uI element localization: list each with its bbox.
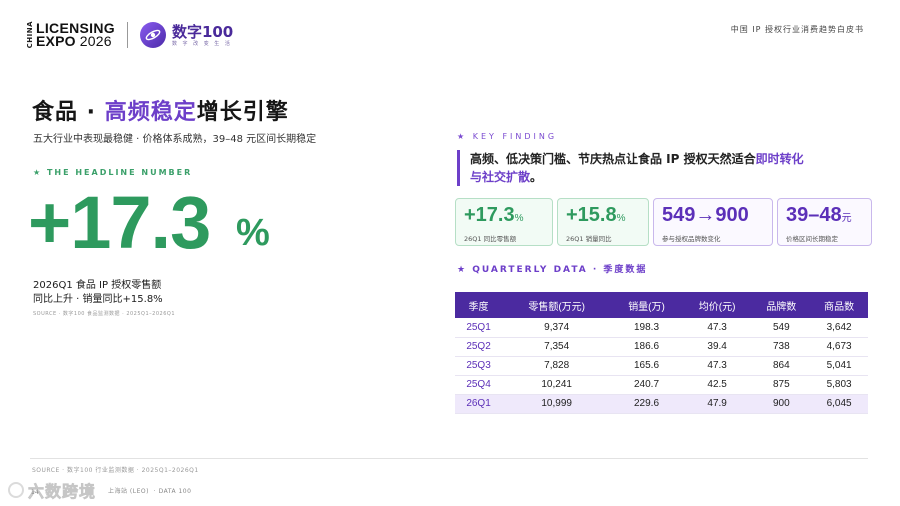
key-finding-label: ★ KEY FINDING — [457, 132, 558, 141]
kpi-value: 39–48元 — [786, 204, 852, 226]
headline-description: 2026Q1 食品 IP 授权零售额 同比上升 · 销量同比+15.8% — [33, 279, 163, 307]
table-cell: 4,673 — [810, 337, 868, 357]
headline-label: ★ THE HEADLINE NUMBER — [33, 168, 193, 177]
table-row: 25Q1 9,374 198.3 47.3 549 3,642 — [455, 318, 868, 338]
table-cell: 198.3 — [611, 318, 682, 338]
kpi-label: 参与授权品牌数变化 — [662, 235, 721, 243]
quarterly-label: ★ QUARTERLY DATA · 季度数据 — [457, 265, 648, 275]
kpi-card: +17.3% 26Q1 同比零售额 — [455, 198, 553, 246]
table-cell: 25Q1 — [455, 318, 503, 338]
kpi-label: 价格区间长期稳定 — [786, 235, 838, 243]
table-cell: 5,041 — [810, 356, 868, 376]
table-cell: 900 — [752, 394, 811, 414]
footer-meta: 上海站 (LEO) · DATA 100 — [108, 486, 191, 495]
brand-name: 数字100 — [171, 22, 234, 41]
licensing-expo-logo: LICENSING EXPO 2026 — [36, 21, 115, 49]
header-divider — [126, 22, 128, 48]
kpi-card: 549→900 参与授权品牌数变化 — [653, 198, 773, 246]
table-cell: 47.3 — [681, 318, 753, 338]
table-cell: 7,828 — [502, 356, 612, 376]
table-cell: 42.5 — [681, 375, 753, 395]
kpi-label: 26Q1 同比零售额 — [464, 235, 517, 243]
table-cell: 25Q3 — [455, 356, 503, 376]
table-cell: 6,045 — [810, 394, 868, 414]
table-cell: 738 — [752, 337, 811, 357]
table-cell: 26Q1 — [455, 394, 503, 414]
footer-divider — [30, 458, 868, 459]
table-cell: 875 — [752, 375, 811, 395]
table-cell: 10,241 — [502, 375, 612, 395]
title-accent: 高频稳定 — [104, 100, 197, 125]
column-header: 零售额(万元) — [502, 292, 612, 318]
table-row-highlight: 26Q1 10,999 229.6 47.9 900 6,045 — [455, 394, 868, 414]
headline-number: +17.3 — [28, 181, 211, 264]
table-header-row: 季度 零售额(万元) 销量(万) 均价(元) 品牌数 商品数 — [455, 292, 868, 318]
table-cell: 47.9 — [681, 394, 753, 414]
table-cell: 864 — [752, 356, 811, 376]
quarterly-table: 季度 零售额(万元) 销量(万) 均价(元) 品牌数 商品数 25Q1 9,37… — [455, 292, 868, 414]
kpi-card: +15.8% 26Q1 销量同比 — [557, 198, 649, 246]
table-cell: 3,642 — [810, 318, 868, 338]
table-cell: 549 — [752, 318, 811, 338]
kpi-value: +15.8% — [566, 204, 626, 226]
licensing-line2: EXPO — [36, 33, 80, 49]
table-cell: 25Q4 — [455, 375, 503, 395]
table-row: 25Q4 10,241 240.7 42.5 875 5,803 — [455, 375, 868, 395]
column-header: 均价(元) — [681, 292, 753, 318]
table-cell: 240.7 — [611, 375, 682, 395]
finding-accent-b: 与社交扩散 — [470, 170, 531, 184]
table-cell: 7,354 — [502, 337, 612, 357]
licensing-year: 2026 — [79, 33, 112, 49]
page-title: 食品 · 高频稳定增长引擎 — [32, 94, 289, 126]
finding-text-b: 。 — [530, 170, 543, 184]
report-title: 中国 IP 授权行业消费趋势白皮书 — [730, 25, 864, 34]
finding-text-a: 高频、低决策门槛、节庆热点让食品 IP 授权天然适合 — [470, 152, 756, 166]
table-cell: 25Q2 — [455, 337, 503, 357]
table-cell: 10,999 — [502, 394, 612, 414]
table-row: 25Q2 7,354 186.6 39.4 738 4,673 — [455, 337, 868, 357]
headline-desc-line2: 同比上升 · 销量同比+15.8% — [33, 294, 163, 305]
kpi-label: 26Q1 销量同比 — [566, 235, 612, 243]
column-header: 季度 — [455, 292, 503, 318]
title-suffix: 增长引擎 — [196, 100, 289, 125]
finding-accent-a: 即时转化 — [755, 152, 804, 166]
table-cell: 9,374 — [502, 318, 612, 338]
brand-sub: 数 字 改 变 生 活 — [171, 40, 232, 47]
table-cell: 39.4 — [681, 337, 753, 357]
key-finding-text: 高频、低决策门槛、节庆热点让食品 IP 授权天然适合即时转化 与社交扩散。 — [457, 150, 867, 186]
table-cell: 5,803 — [810, 375, 868, 395]
headline-desc-line1: 2026Q1 食品 IP 授权零售额 — [33, 280, 162, 291]
shuzi100-logo: 数字100 数 字 改 变 生 活 — [139, 22, 234, 48]
footer-data-brand: · DATA 100 — [153, 488, 192, 495]
kpi-cards: +17.3% 26Q1 同比零售额 +15.8% 26Q1 销量同比 549→9… — [455, 198, 872, 246]
licensing-china-label: CHINA — [26, 21, 34, 49]
headline-source: SOURCE · 数字100 食品监测数据 · 2025Q1–2026Q1 — [33, 311, 175, 317]
table-cell: 186.6 — [611, 337, 682, 357]
footer-location: 上海站 (LEO) — [108, 488, 149, 495]
headline-unit: % — [236, 212, 270, 254]
column-header: 品牌数 — [752, 292, 811, 318]
kpi-card: 39–48元 价格区间长期稳定 — [777, 198, 872, 246]
page-subtitle: 五大行业中表现最稳健 · 价格体系成熟，39–48 元区间长期稳定 — [33, 134, 317, 145]
table-cell: 229.6 — [611, 394, 682, 414]
header-logos: CHINA LICENSING EXPO 2026 数字100 数 字 改 变 … — [26, 14, 233, 56]
footer-source: SOURCE · 数字100 行业监测数据 · 2025Q1–2026Q1 — [32, 467, 199, 474]
title-prefix: 食品 · — [32, 100, 105, 125]
shuzi100-logo-icon — [139, 22, 166, 48]
watermark-logo-icon — [8, 482, 24, 498]
kpi-value: +17.3% — [464, 204, 524, 226]
table-cell: 165.6 — [611, 356, 682, 376]
watermark: 六数跨境 — [8, 478, 96, 502]
column-header: 商品数 — [810, 292, 868, 318]
table-cell: 47.3 — [681, 356, 753, 376]
table-row: 25Q3 7,828 165.6 47.3 864 5,041 — [455, 356, 868, 376]
page-number: 14 — [31, 489, 39, 496]
kpi-value: 549→900 — [662, 204, 749, 226]
column-header: 销量(万) — [611, 292, 682, 318]
